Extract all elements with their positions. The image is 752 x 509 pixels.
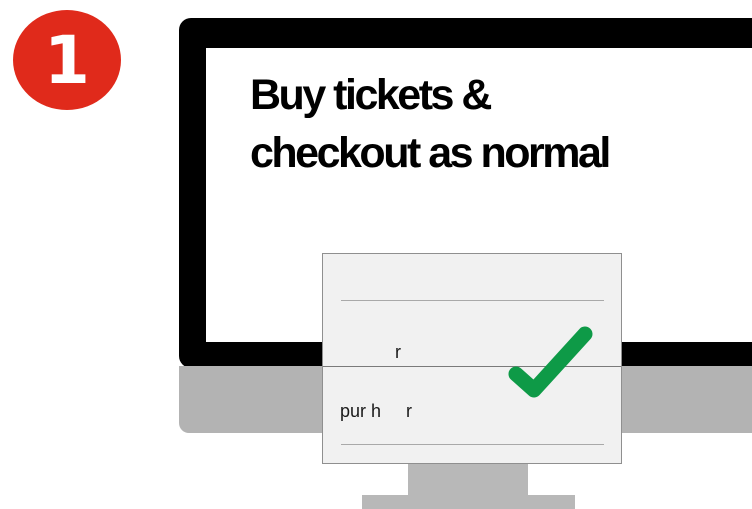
receipt-text-bottom: pur h r: [340, 401, 413, 421]
step-number-badge: 1: [13, 10, 121, 110]
receipt-text-top: r: [395, 342, 401, 362]
screen-headline: Buy tickets & checkout as normal: [250, 71, 611, 177]
receipt-rule-top: [341, 300, 604, 301]
monitor-stand-base: [362, 495, 575, 509]
receipt-rule-bottom: [341, 444, 604, 445]
checkmark-icon: [508, 326, 593, 398]
